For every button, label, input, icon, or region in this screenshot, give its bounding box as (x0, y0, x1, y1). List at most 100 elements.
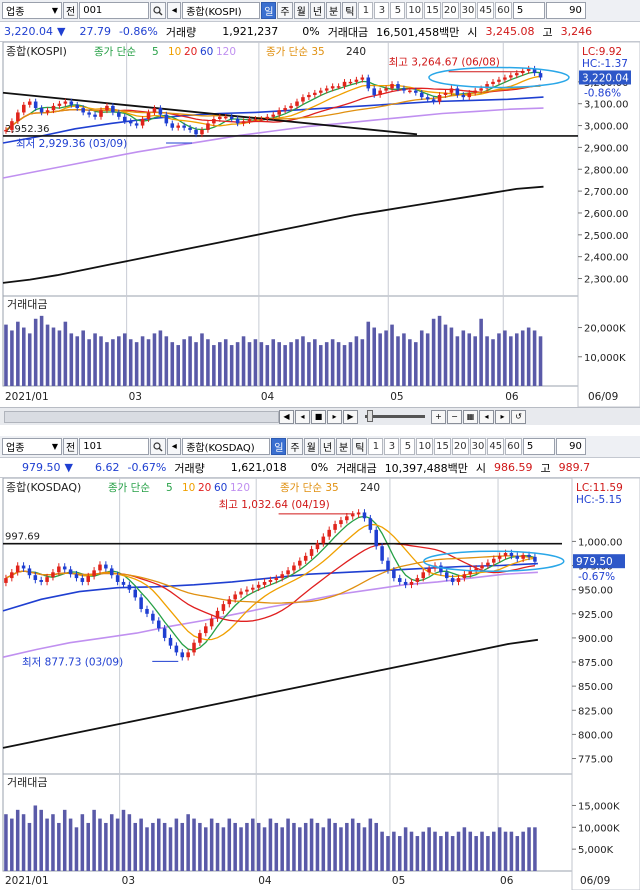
volume-bar (298, 827, 302, 871)
y-tick-label: 775.00 (578, 755, 613, 766)
candle-body (204, 626, 208, 634)
interval-5[interactable]: 5 (400, 438, 416, 455)
prev-arrow-icon[interactable]: ◂ (167, 2, 182, 19)
interval-1[interactable]: 1 (358, 2, 374, 19)
reset-icon[interactable]: ↺ (511, 409, 526, 424)
kosdaq-chart-panel[interactable]: 1,000.00975.00950.00925.00900.00875.0085… (0, 477, 640, 891)
kospi-chart-panel[interactable]: 3,200.003,100.003,000.002,900.002,800.00… (0, 41, 640, 408)
interval-30[interactable]: 30 (459, 2, 477, 19)
count-select[interactable]: 5 (512, 2, 545, 19)
volume-bar (39, 809, 43, 871)
volume-bar (15, 809, 20, 871)
interval-15[interactable]: 15 (434, 438, 451, 455)
tab-period-day[interactable]: 일 (261, 2, 277, 19)
interval-10[interactable]: 10 (416, 438, 434, 455)
next-icon[interactable]: ▸ (327, 409, 342, 424)
code-input[interactable]: 001 (79, 2, 150, 19)
scroll-track[interactable] (4, 410, 279, 423)
candle-body (271, 114, 276, 117)
interval-60[interactable]: 60 (495, 2, 512, 19)
interval-20[interactable]: 20 (451, 438, 469, 455)
count-select[interactable]: 5 (522, 438, 555, 455)
volume-bar (74, 827, 79, 871)
tab-period-tick[interactable]: 틱 (352, 438, 368, 455)
y-tick-label: 2,500.00 (584, 231, 629, 242)
interval-1[interactable]: 1 (368, 438, 384, 455)
candle-body (115, 575, 120, 582)
candle-body (229, 116, 234, 119)
interval-45[interactable]: 45 (477, 2, 495, 19)
candle-body (362, 512, 367, 519)
tab-period-year[interactable]: 년 (319, 438, 336, 455)
period-toggle-button[interactable]: 전 (63, 438, 79, 455)
volume-bar (235, 342, 240, 386)
y-tick-label: 800.00 (578, 730, 613, 741)
kospi-chart-svg[interactable]: 3,200.003,100.003,000.002,900.002,800.00… (0, 41, 640, 408)
tab-period-month[interactable]: 월 (303, 438, 319, 455)
zoom-out-icon[interactable]: − (447, 409, 462, 424)
prev-arrow-icon[interactable]: ◂ (167, 438, 182, 455)
candle-body (378, 90, 382, 95)
zoom-input[interactable]: 90 (555, 438, 586, 455)
candle-body (467, 92, 472, 98)
volume-bar (104, 822, 108, 871)
interval-3[interactable]: 3 (374, 2, 390, 19)
tab-period-week[interactable]: 주 (277, 2, 293, 19)
price-pane (2, 477, 573, 778)
interval-30[interactable]: 30 (469, 438, 487, 455)
volume-bar (212, 345, 216, 386)
volume-bar (345, 822, 349, 871)
search-icon[interactable] (150, 2, 167, 19)
volume-bar (139, 818, 143, 871)
tab-period-minute[interactable]: 분 (326, 2, 342, 19)
tab-period-week[interactable]: 주 (287, 438, 303, 455)
interval-20[interactable]: 20 (441, 2, 459, 19)
pan-right-icon[interactable]: ▸ (495, 409, 510, 424)
code-input[interactable]: 101 (79, 438, 150, 455)
change-percent: -0.67% (127, 461, 167, 474)
zoom-in-icon[interactable]: + (431, 409, 446, 424)
interval-45[interactable]: 45 (487, 438, 505, 455)
y-tick-label: 2,700.00 (584, 187, 629, 198)
tab-period-month[interactable]: 월 (293, 2, 309, 19)
stop-icon[interactable]: ■ (311, 409, 326, 424)
last-icon[interactable]: ▶ (343, 409, 358, 424)
prev-icon[interactable]: ◂ (295, 409, 310, 424)
interval-15[interactable]: 15 (424, 2, 441, 19)
vol-tick-label: 15,000K (578, 801, 620, 812)
zoom-slider[interactable] (365, 410, 425, 422)
interval-5[interactable]: 5 (390, 2, 406, 19)
volume-bar (133, 822, 138, 871)
zoom-input[interactable]: 90 (545, 2, 586, 19)
first-icon[interactable]: ◀ (279, 409, 294, 424)
kosdaq-chart-svg[interactable]: 1,000.00975.00950.00925.00900.00875.0085… (0, 477, 640, 891)
tab-period-day[interactable]: 일 (271, 438, 287, 455)
tab-period-year[interactable]: 년 (309, 2, 326, 19)
interval-10[interactable]: 10 (406, 2, 424, 19)
sector-select[interactable]: 업종 ▼ (2, 438, 62, 455)
volume-bar (4, 324, 8, 386)
candle-body (4, 578, 8, 583)
volume-bar (324, 342, 329, 386)
candle-body (509, 553, 514, 556)
candle-body (63, 101, 68, 104)
search-icon[interactable] (150, 438, 167, 455)
grid-icon[interactable]: ▦ (463, 409, 478, 424)
candle-body (69, 101, 74, 105)
volume-bar (327, 818, 331, 871)
tab-period-minute[interactable]: 분 (336, 438, 352, 455)
min-annotation: 최저 877.73 (03/09) (22, 656, 123, 668)
period-toggle-button[interactable]: 전 (63, 2, 79, 19)
interval-3[interactable]: 3 (384, 438, 400, 455)
volume-bar (10, 818, 14, 871)
interval-60[interactable]: 60 (505, 438, 522, 455)
tab-period-tick[interactable]: 틱 (342, 2, 358, 19)
kospi-scrollbar[interactable]: ◀ ◂ ■ ▸ ▶ + − ▦ ◂ ▸ ↺ (0, 407, 640, 425)
volume-bar (439, 836, 443, 871)
volume-bar (251, 818, 255, 871)
candle-body (134, 123, 139, 126)
candle-body (152, 108, 157, 113)
pan-left-icon[interactable]: ◂ (479, 409, 494, 424)
sector-select[interactable]: 업종 ▼ (2, 2, 62, 19)
candle-body (194, 129, 198, 135)
